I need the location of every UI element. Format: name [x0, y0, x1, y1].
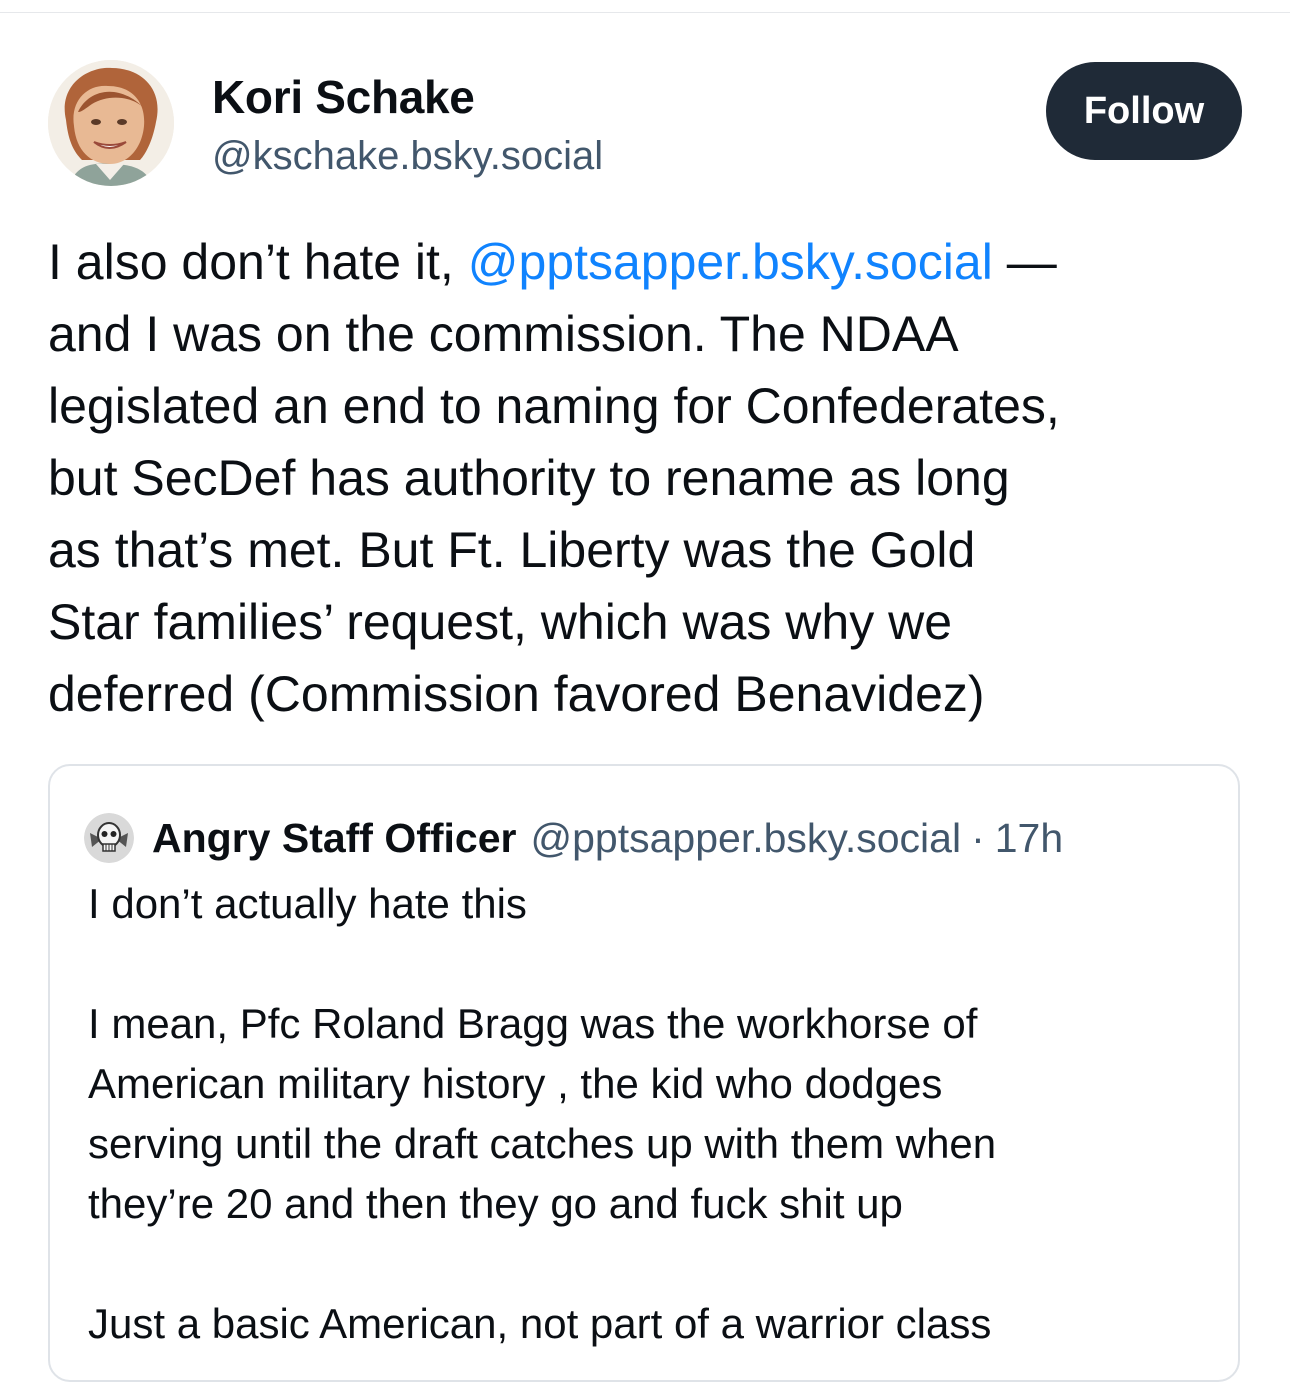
quoted-text-line [88, 1234, 1208, 1294]
author-handle[interactable]: @kschake.bsky.social [212, 134, 603, 179]
quoted-post-card[interactable]: Angry Staff Officer @pptsapper.bsky.soci… [48, 764, 1240, 1382]
post-text-line: as that’s met. But Ft. Liberty was the G… [48, 522, 976, 578]
quoted-author-handle[interactable]: @pptsapper.bsky.social [531, 815, 962, 862]
post-text-segment: I also don’t hate it, [48, 234, 468, 290]
post-text: I also don’t hate it, @pptsapper.bsky.so… [48, 226, 1248, 730]
quoted-post-text: I don’t actually hate this I mean, Pfc R… [88, 874, 1208, 1354]
quoted-author-avatar[interactable] [84, 813, 134, 863]
post-text-line: I also don’t hate it, @pptsapper.bsky.so… [48, 226, 1248, 298]
quoted-author-name[interactable]: Angry Staff Officer [152, 815, 517, 862]
skull-insignia-icon [84, 813, 134, 863]
mention-link[interactable]: @pptsapper.bsky.social [468, 234, 993, 290]
post-text-segment: — [992, 234, 1057, 290]
post-text-line: deferred (Commission favored Benavidez) [48, 666, 985, 722]
post-text-line: legislated an end to naming for Confeder… [48, 378, 1060, 434]
quoted-text-line: they’re 20 and then they go and fuck shi… [88, 1180, 903, 1227]
post-text-line: and I was on the commission. The NDAA [48, 306, 959, 362]
quoted-text-line [88, 934, 1208, 994]
author-avatar[interactable] [48, 60, 174, 186]
author-name[interactable]: Kori Schake [212, 70, 475, 124]
quoted-text-line: American military history , the kid who … [88, 1060, 943, 1107]
top-divider [0, 12, 1290, 13]
quoted-text-line: serving until the draft catches up with … [88, 1120, 997, 1167]
quoted-text-line: Just a basic American, not part of a war… [88, 1300, 992, 1347]
quoted-post-timestamp[interactable]: 17h [995, 815, 1063, 862]
quoted-text-line: I don’t actually hate this [88, 880, 527, 927]
post-header: Kori Schake @kschake.bsky.social Follow [48, 60, 1242, 200]
follow-button[interactable]: Follow [1046, 62, 1242, 160]
quoted-text-line: I mean, Pfc Roland Bragg was the workhor… [88, 1000, 978, 1047]
author-portrait-icon [48, 60, 174, 186]
dot-separator: · [971, 814, 985, 861]
quoted-post-header: Angry Staff Officer @pptsapper.bsky.soci… [84, 810, 1063, 866]
post-text-line: but SecDef has authority to rename as lo… [48, 450, 1010, 506]
post-text-line: Star families’ request, which was why we [48, 594, 953, 650]
